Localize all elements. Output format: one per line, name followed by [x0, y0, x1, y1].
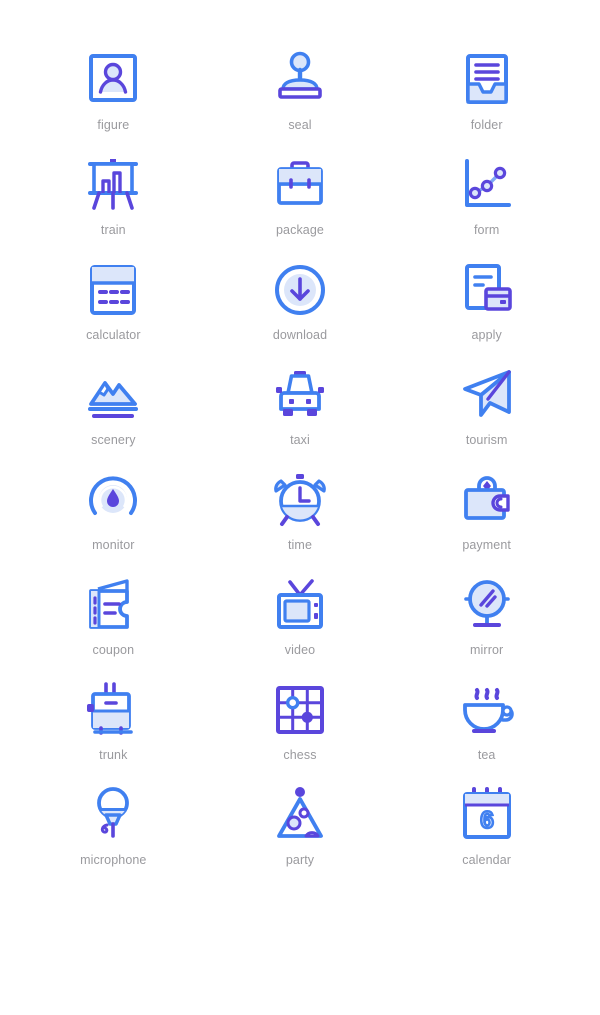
line-chart-form-icon [455, 153, 519, 217]
icon-cell-tea[interactable]: tea [393, 678, 580, 783]
icon-cell-package[interactable]: package [207, 153, 394, 258]
alarm-clock-time-icon [268, 468, 332, 532]
icon-label: payment [462, 538, 511, 552]
icon-label: figure [97, 118, 130, 132]
coupon-ticket-icon [81, 573, 145, 637]
icon-cell-scenery[interactable]: scenery [20, 363, 207, 468]
icon-label: package [276, 223, 324, 237]
icon-label: seal [288, 118, 312, 132]
download-circle-arrow-icon [268, 258, 332, 322]
tea-cup-icon [455, 678, 519, 742]
icon-label: scenery [91, 433, 136, 447]
icon-cell-calendar[interactable]: 6 calendar [393, 783, 580, 888]
icon-label: coupon [92, 643, 135, 657]
icon-cell-payment[interactable]: payment [393, 468, 580, 573]
taxi-car-icon [268, 363, 332, 427]
icon-label: monitor [92, 538, 135, 552]
mountain-scenery-icon [81, 363, 145, 427]
svg-text:6: 6 [480, 807, 493, 834]
icon-cell-apply[interactable]: apply [393, 258, 580, 363]
icon-cell-train[interactable]: train [20, 153, 207, 258]
icon-cell-time[interactable]: time [207, 468, 394, 573]
icon-cell-download[interactable]: download [207, 258, 394, 363]
mirror-stand-icon [455, 573, 519, 637]
icon-cell-figure[interactable]: figure [20, 48, 207, 153]
icon-label: tourism [465, 433, 508, 447]
icon-grid: figure seal folder train package form ca… [20, 48, 580, 888]
icon-label: download [272, 328, 328, 342]
icon-label: time [287, 538, 312, 552]
microphone-icon [81, 783, 145, 847]
television-video-icon [268, 573, 332, 637]
icon-label: folder [470, 118, 503, 132]
paper-plane-tourism-icon [455, 363, 519, 427]
icon-cell-mirror[interactable]: mirror [393, 573, 580, 678]
icon-cell-folder[interactable]: folder [393, 48, 580, 153]
icon-cell-video[interactable]: video [207, 573, 394, 678]
icon-cell-trunk[interactable]: trunk [20, 678, 207, 783]
icon-label: apply [471, 328, 502, 342]
icon-label: train [100, 223, 126, 237]
briefcase-package-icon [268, 153, 332, 217]
icon-label: calculator [86, 328, 141, 342]
icon-label: tea [477, 748, 496, 762]
gauge-droplet-monitor-icon [81, 468, 145, 532]
icon-label: calendar [462, 853, 512, 867]
icon-cell-tourism[interactable]: tourism [393, 363, 580, 468]
icon-label: form [473, 223, 500, 237]
icon-cell-microphone[interactable]: microphone [20, 783, 207, 888]
icon-label: trunk [99, 748, 128, 762]
wallet-payment-icon [455, 468, 519, 532]
seal-stamp-icon [268, 48, 332, 112]
icon-cell-calculator[interactable]: calculator [20, 258, 207, 363]
calendar-icon: 6 [455, 783, 519, 847]
icon-cell-coupon[interactable]: coupon [20, 573, 207, 678]
icon-cell-form[interactable]: form [393, 153, 580, 258]
folder-document-icon [455, 48, 519, 112]
icon-label: party [285, 853, 315, 867]
icon-cell-taxi[interactable]: taxi [207, 363, 394, 468]
apply-document-card-icon [455, 258, 519, 322]
icon-cell-party[interactable]: party [207, 783, 394, 888]
calculator-icon [81, 258, 145, 322]
icon-label: microphone [80, 853, 147, 867]
presentation-board-chart-icon [81, 153, 145, 217]
icon-label: video [284, 643, 316, 657]
icon-label: mirror [470, 643, 504, 657]
icon-cell-chess[interactable]: chess [207, 678, 394, 783]
icon-label: chess [283, 748, 317, 762]
figure-portrait-icon [81, 48, 145, 112]
icon-label: taxi [290, 433, 310, 447]
trunk-suitcase-icon [81, 678, 145, 742]
chess-board-icon [268, 678, 332, 742]
icon-cell-monitor[interactable]: monitor [20, 468, 207, 573]
party-hat-icon [268, 783, 332, 847]
icon-cell-seal[interactable]: seal [207, 48, 394, 153]
